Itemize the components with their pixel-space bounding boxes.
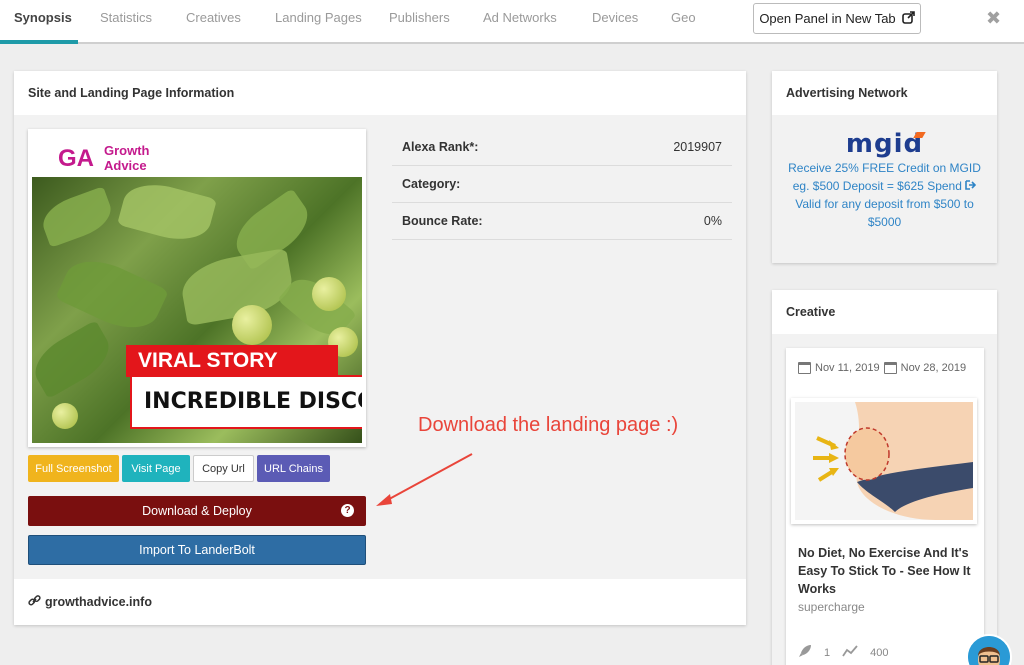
stats-row-category: Category: <box>392 166 732 203</box>
ad-network-title: Advertising Network <box>772 71 997 115</box>
domain-link[interactable]: growthadvice.info <box>14 579 746 625</box>
stats-row-bounce: Bounce Rate: 0% <box>392 203 732 240</box>
domain-text: growthadvice.info <box>45 595 152 609</box>
import-landerbolt-button[interactable]: Import To LanderBolt <box>28 535 366 565</box>
logo-line-2: Advice <box>104 158 147 173</box>
tab-publishers[interactable]: Publishers <box>389 0 450 42</box>
mgid-logo[interactable]: mgid <box>772 129 997 159</box>
creative-item[interactable]: Nov 11, 2019 Nov 28, 2019 No Diet, No Ex… <box>786 348 984 665</box>
creative-card: Creative Nov 11, 2019 Nov 28, 2019 No Di… <box>772 290 997 665</box>
mgid-logo-accent <box>913 132 926 138</box>
creative-dates: Nov 11, 2019 Nov 28, 2019 <box>798 362 966 374</box>
alexa-rank-label: Alexa Rank*: <box>402 140 479 154</box>
stat-1-value: 1 <box>824 646 831 659</box>
site-info-card: Site and Landing Page Information GA Gro… <box>14 71 746 625</box>
ad-network-promo[interactable]: Receive 25% FREE Credit on MGID eg. $500… <box>772 159 997 231</box>
active-tab-indicator <box>0 40 78 44</box>
download-deploy-label: Download & Deploy <box>142 504 252 518</box>
viral-story-banner: VIRAL STORY <box>126 345 338 377</box>
creative-source: supercharge <box>798 600 865 614</box>
tab-ad-networks[interactable]: Ad Networks <box>483 0 557 42</box>
category-label: Category: <box>402 177 461 191</box>
annotation-arrow <box>376 453 473 506</box>
logo-line-1: Growth <box>104 143 150 158</box>
tab-creatives[interactable]: Creatives <box>186 0 241 42</box>
creative-image[interactable] <box>791 398 977 524</box>
rocket-icon <box>798 644 812 661</box>
top-tab-bar: Synopsis Statistics Creatives Landing Pa… <box>0 0 1024 44</box>
creative-stats: 1 400 <box>798 644 888 661</box>
visit-page-button[interactable]: Visit Page <box>122 455 190 482</box>
stat-2-value: 400 <box>870 646 889 659</box>
tab-geo[interactable]: Geo <box>671 0 696 42</box>
screenshot-content: GA Growth Advice VIRAL STORY INCREDIBLE D… <box>32 133 362 443</box>
copy-url-button[interactable]: Copy Url <box>193 455 254 482</box>
full-screenshot-button[interactable]: Full Screenshot <box>28 455 119 482</box>
tab-devices[interactable]: Devices <box>592 0 638 42</box>
trend-icon <box>842 645 858 660</box>
calendar-icon <box>798 362 811 374</box>
incredible-banner: INCREDIBLE DISCO <box>130 375 362 429</box>
logo-text: Growth Advice <box>104 143 150 173</box>
promo-line-3: Valid for any deposit from $500 to $5000 <box>795 197 974 229</box>
site-info-title: Site and Landing Page Information <box>14 71 746 115</box>
close-icon[interactable]: ✖ <box>986 8 1001 29</box>
calendar-icon <box>883 362 897 374</box>
ad-network-card: Advertising Network mgid Receive 25% FRE… <box>772 71 997 263</box>
date-end: Nov 28, 2019 <box>900 362 967 374</box>
bounce-rate-label: Bounce Rate: <box>402 214 483 228</box>
external-link-icon <box>901 10 915 27</box>
landing-page-screenshot[interactable]: GA Growth Advice VIRAL STORY INCREDIBLE D… <box>28 129 366 447</box>
site-stats-table: Alexa Rank*: 2019907 Category: Bounce Ra… <box>392 129 732 240</box>
link-icon <box>28 594 41 610</box>
tab-synopsis[interactable]: Synopsis <box>14 0 72 42</box>
creative-headline[interactable]: No Diet, No Exercise And It's Easy To St… <box>798 544 978 598</box>
help-icon[interactable]: ? <box>341 504 354 517</box>
tab-statistics[interactable]: Statistics <box>100 0 152 42</box>
tab-landing-pages[interactable]: Landing Pages <box>275 0 362 42</box>
url-chains-button[interactable]: URL Chains <box>257 455 330 482</box>
open-panel-label: Open Panel in New Tab <box>759 11 896 26</box>
bounce-rate-value: 0% <box>703 214 722 228</box>
open-panel-new-tab-button[interactable]: Open Panel in New Tab <box>753 3 921 34</box>
alexa-rank-value: 2019907 <box>673 140 722 154</box>
annotation-text: Download the landing page :) <box>418 414 679 436</box>
promo-line-2-wrap: eg. $500 Deposit = $625 Spend <box>782 177 987 195</box>
promo-line-1: Receive 25% FREE Credit on MGID <box>788 161 981 175</box>
date-start: Nov 11, 2019 <box>815 362 880 374</box>
logo-letters: GA <box>58 145 94 172</box>
stats-row-alexa: Alexa Rank*: 2019907 <box>392 129 732 166</box>
creative-title: Creative <box>772 290 997 334</box>
mgid-logo-text: mgid <box>845 129 924 159</box>
promo-line-2: eg. $500 Deposit = $625 Spend <box>792 179 962 193</box>
download-deploy-button[interactable]: Download & Deploy ? <box>28 496 366 526</box>
sign-in-icon <box>965 179 977 193</box>
